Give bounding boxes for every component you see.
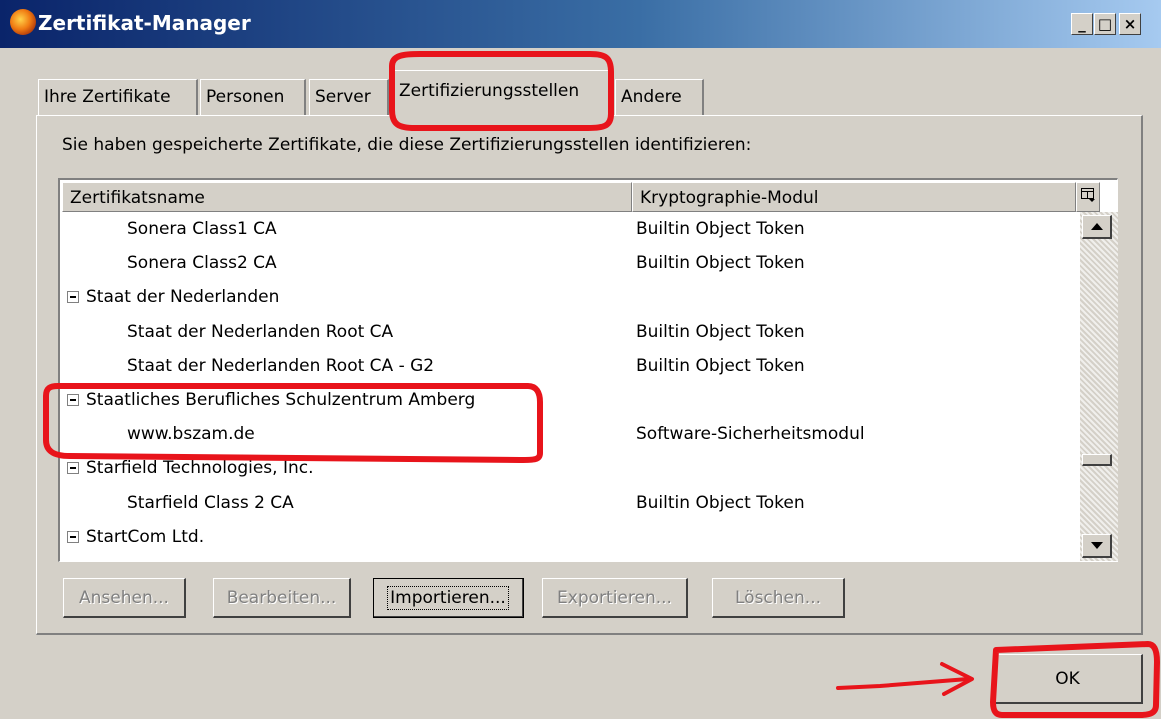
column-picker-button[interactable] bbox=[1076, 182, 1100, 212]
tree-row-cert[interactable]: Staat der Nederlanden Root CA Builtin Ob… bbox=[62, 315, 1080, 349]
maximize-icon: □ bbox=[1097, 14, 1113, 33]
arrow-up-icon bbox=[1090, 223, 1103, 230]
cert-module: Builtin Object Token bbox=[636, 219, 805, 239]
tree-row-group[interactable]: StartCom Ltd. bbox=[62, 520, 1080, 554]
tab-andere[interactable]: Andere bbox=[615, 79, 704, 115]
close-icon: × bbox=[1123, 14, 1137, 33]
column-picker-icon bbox=[1081, 188, 1095, 202]
arrow-down-icon bbox=[1090, 542, 1103, 549]
column-header-name[interactable]: Zertifikatsname bbox=[62, 182, 632, 212]
delete-button[interactable]: Löschen... bbox=[712, 578, 845, 618]
column-header-module[interactable]: Kryptographie-Modul bbox=[632, 182, 1076, 212]
annotation-arrow-icon bbox=[836, 662, 974, 696]
ok-button[interactable]: OK bbox=[993, 654, 1143, 704]
button-label: OK bbox=[1055, 668, 1080, 689]
tab-label: Zertifizierungsstellen bbox=[399, 81, 580, 101]
tree-row-group[interactable]: Staat der Nederlanden bbox=[62, 280, 1080, 314]
cert-module: Builtin Object Token bbox=[636, 321, 805, 342]
button-label: Ansehen... bbox=[79, 587, 169, 608]
cert-name: Sonera Class2 CA bbox=[127, 253, 277, 274]
collapse-icon[interactable] bbox=[67, 291, 79, 304]
tab-ihre-zertifikate[interactable]: Ihre Zertifikate bbox=[38, 79, 198, 115]
tree-row-cert[interactable]: Sonera Class2 CA Builtin Object Token bbox=[62, 246, 1080, 280]
view-button[interactable]: Ansehen... bbox=[63, 578, 186, 618]
column-header-label: Zertifikatsname bbox=[70, 188, 205, 208]
cert-name: Staat der Nederlanden Root CA - G2 bbox=[127, 355, 435, 376]
title-bar: Zertifikat-Manager _ □ × bbox=[0, 0, 1161, 48]
collapse-icon[interactable] bbox=[67, 530, 79, 543]
tree-row-cert[interactable]: Starfield Class 2 CA Builtin Object Toke… bbox=[62, 486, 1080, 520]
tab-label: Server bbox=[315, 87, 371, 107]
button-label: Importieren... bbox=[387, 585, 509, 610]
minimize-icon: _ bbox=[1078, 14, 1086, 33]
button-label: Bearbeiten... bbox=[226, 587, 337, 608]
collapse-icon[interactable] bbox=[67, 462, 79, 475]
tab-label: Andere bbox=[621, 87, 682, 107]
tab-personen[interactable]: Personen bbox=[200, 79, 306, 115]
collapse-icon[interactable] bbox=[67, 393, 79, 406]
edit-button[interactable]: Bearbeiten... bbox=[213, 578, 351, 618]
button-label: Exportieren... bbox=[557, 587, 672, 608]
window-title: Zertifikat-Manager bbox=[38, 11, 251, 35]
column-header-label: Kryptographie-Modul bbox=[640, 188, 819, 208]
button-label: Löschen... bbox=[735, 587, 821, 608]
cert-name: Starfield Class 2 CA bbox=[127, 492, 294, 513]
certificate-tree[interactable]: Zertifikatsname Kryptographie-Modul Sone… bbox=[58, 178, 1118, 562]
cert-module: Software-Sicherheitsmodul bbox=[636, 424, 865, 445]
close-button[interactable]: × bbox=[1119, 13, 1141, 35]
tab-label: Personen bbox=[206, 87, 285, 107]
tab-server[interactable]: Server bbox=[309, 79, 389, 115]
group-name: Starfield Technologies, Inc. bbox=[86, 458, 314, 479]
cert-name: Staat der Nederlanden Root CA bbox=[127, 321, 394, 342]
tree-row-group[interactable]: Staatliches Berufliches Schulzentrum Amb… bbox=[62, 383, 1080, 417]
intro-text: Sie haben gespeicherte Zertifikate, die … bbox=[62, 135, 752, 155]
cert-name: www.bszam.de bbox=[127, 424, 255, 445]
tree-row-cert[interactable]: www.bszam.de Software-Sicherheitsmodul bbox=[62, 417, 1080, 451]
tree-row-cert[interactable]: Sonera Class1 CA Builtin Object Token bbox=[62, 212, 1080, 246]
tree-row-cert[interactable]: Staat der Nederlanden Root CA - G2 Built… bbox=[62, 349, 1080, 383]
tree-row-group[interactable]: Starfield Technologies, Inc. bbox=[62, 451, 1080, 485]
group-name: Staat der Nederlanden bbox=[86, 287, 280, 308]
tab-label: Ihre Zertifikate bbox=[44, 87, 171, 107]
export-button[interactable]: Exportieren... bbox=[542, 578, 688, 618]
firefox-icon bbox=[10, 9, 36, 35]
group-name: StartCom Ltd. bbox=[86, 526, 205, 547]
tree-rows: Sonera Class1 CA Builtin Object Token So… bbox=[62, 212, 1080, 554]
tab-zertifizierungsstellen[interactable]: Zertifizierungsstellen bbox=[393, 70, 611, 117]
cert-module: Builtin Object Token bbox=[636, 355, 805, 376]
scroll-up-button[interactable] bbox=[1082, 215, 1112, 239]
maximize-button[interactable]: □ bbox=[1094, 13, 1116, 35]
import-button[interactable]: Importieren... bbox=[373, 578, 524, 618]
minimize-button[interactable]: _ bbox=[1071, 13, 1093, 35]
cert-name: Sonera Class1 CA bbox=[127, 219, 277, 239]
group-name: Staatliches Berufliches Schulzentrum Amb… bbox=[86, 389, 476, 410]
scroll-down-button[interactable] bbox=[1082, 534, 1112, 558]
vertical-scrollbar[interactable] bbox=[1080, 212, 1118, 561]
scroll-thumb[interactable] bbox=[1082, 454, 1112, 466]
cert-module: Builtin Object Token bbox=[636, 253, 805, 274]
cert-module: Builtin Object Token bbox=[636, 492, 805, 513]
